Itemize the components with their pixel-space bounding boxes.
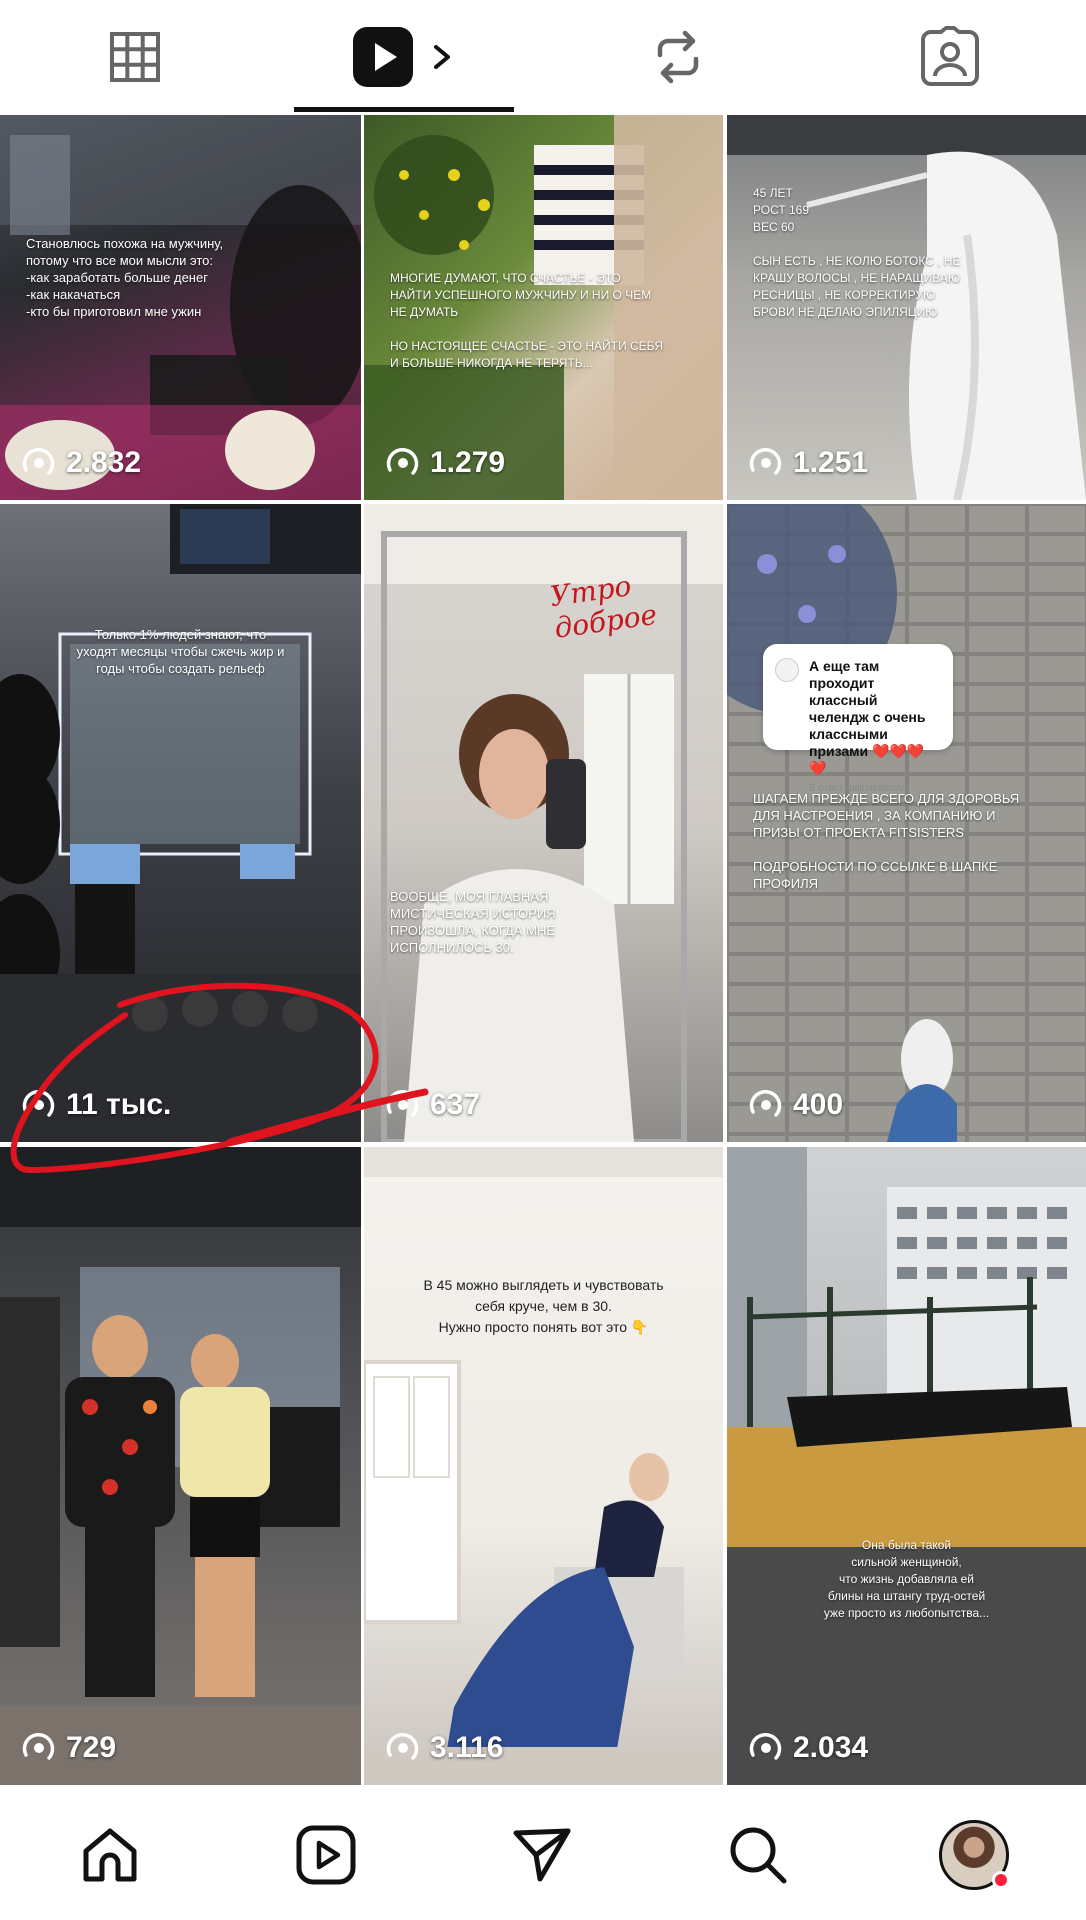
view-count: 1.251: [749, 446, 868, 480]
view-count-value: 1.251: [793, 446, 869, 479]
active-tab-indicator: [294, 107, 514, 112]
play-count-icon: [22, 448, 55, 475]
reel-tile-7[interactable]: 729: [0, 1147, 361, 1785]
view-count-value: 1.279: [430, 446, 506, 479]
tab-reposts[interactable]: [543, 0, 813, 113]
play-count-icon: [386, 1733, 419, 1760]
play-count-icon: [749, 1090, 782, 1117]
tab-reels[interactable]: [294, 0, 514, 113]
reel-tile-2[interactable]: МНОГИЕ ДУМАЮТ, ЧТО СЧАСТЬЕ - ЭТО НАЙТИ У…: [364, 115, 723, 500]
search-icon: [730, 1827, 787, 1884]
reel-caption: 45 ЛЕТ РОСТ 169 ВЕС 60 СЫН ЕСТЬ , НЕ КОЛ…: [753, 186, 961, 319]
reel-thumbnail: [727, 1147, 1086, 1785]
view-count-value: 2.832: [66, 446, 142, 479]
profile-avatar: [939, 1820, 1010, 1890]
tab-grid[interactable]: [0, 0, 270, 113]
profile-tab-bar: [0, 0, 1086, 113]
reels-icon: [353, 26, 413, 87]
reel-thumbnail: [364, 1147, 723, 1785]
tab-tagged[interactable]: [813, 0, 1086, 113]
nav-messages[interactable]: [452, 1790, 632, 1920]
reel-tile-5[interactable]: Утро доброе ВООБЩЕ, МОЯ ГЛАВНАЯ МИСТИЧЕС…: [364, 504, 723, 1142]
view-count: 2.034: [749, 1731, 868, 1765]
reel-caption: Становлюсь похожа на мужчину, потому что…: [26, 236, 224, 319]
reel-tile-9[interactable]: Она была такой сильной женщиной, что жиз…: [727, 1147, 1086, 1785]
reel-tile-3[interactable]: 45 ЛЕТ РОСТ 169 ВЕС 60 СЫН ЕСТЬ , НЕ КОЛ…: [727, 115, 1086, 500]
view-count-value: 2.034: [793, 1731, 869, 1764]
nav-search[interactable]: [668, 1790, 848, 1920]
reel-caption: Она была такой сильной женщиной, что жиз…: [823, 1538, 990, 1620]
reel-thumbnail: [0, 504, 361, 1142]
send-icon: [513, 1828, 571, 1882]
bottom-navigation: [0, 1790, 1086, 1920]
chevron-right-icon: [434, 44, 450, 69]
reel-caption: В 45 можно выглядеть и чувствовать себя …: [423, 1277, 664, 1335]
view-count: 729: [22, 1731, 116, 1765]
play-count-icon: [386, 448, 419, 475]
commenter-avatar: [775, 658, 799, 682]
reels-nav-icon: [296, 1825, 356, 1885]
reel-caption: МНОГИЕ ДУМАЮТ, ЧТО СЧАСТЬЕ - ЭТО НАЙТИ У…: [390, 271, 664, 370]
play-count-icon: [749, 448, 782, 475]
reel-tile-4[interactable]: Только 1% людей знают, что уходят месяцы…: [0, 504, 361, 1142]
comment-sticker: А еще там проходит классный челендж с оч…: [763, 644, 953, 794]
view-count-value: 637: [430, 1088, 481, 1121]
reel-caption: Только 1% людей знают, что уходят месяцы…: [76, 627, 285, 676]
play-count-icon: [749, 1733, 782, 1760]
view-count-value: 11 тыс.: [66, 1088, 172, 1121]
nav-profile[interactable]: [884, 1790, 1064, 1920]
view-count: 11 тыс.: [22, 1088, 171, 1122]
view-count-value: 400: [793, 1088, 844, 1121]
grid-icon: [110, 31, 160, 82]
reels-grid: Становлюсь похожа на мужчину, потому что…: [0, 115, 1086, 1787]
repost-icon: [657, 30, 699, 83]
home-icon: [83, 1828, 137, 1882]
view-count: 400: [749, 1088, 843, 1122]
nav-home[interactable]: [20, 1790, 200, 1920]
reel-tile-6[interactable]: А еще там проходит классный челендж с оч…: [727, 504, 1086, 1142]
reel-tile-8[interactable]: В 45 можно выглядеть и чувствовать себя …: [364, 1147, 723, 1785]
reel-thumbnail: [364, 504, 723, 1142]
reel-caption: ВООБЩЕ, МОЯ ГЛАВНАЯ МИСТИЧЕСКАЯ ИСТОРИЯ …: [390, 889, 556, 955]
view-count-value: 729: [66, 1731, 117, 1764]
view-count: 1.279: [386, 446, 505, 480]
play-count-icon: [22, 1733, 55, 1760]
view-count: 2.832: [22, 446, 141, 480]
play-count-icon: [22, 1090, 55, 1117]
play-count-icon: [386, 1090, 419, 1117]
view-count: 3.116: [386, 1731, 503, 1765]
tagged-icon: [920, 25, 979, 86]
nav-reels[interactable]: [236, 1790, 416, 1920]
notification-dot: [992, 1871, 1010, 1889]
view-count-value: 3.116: [430, 1731, 504, 1764]
view-count: 637: [386, 1088, 480, 1122]
reel-tile-1[interactable]: Становлюсь похожа на мужчину, потому что…: [0, 115, 361, 500]
reel-thumbnail: [0, 1147, 361, 1785]
reel-caption: ШАГАЕМ ПРЕЖДЕ ВСЕГО ДЛЯ ЗДОРОВЬЯ ДЛЯ НАС…: [753, 791, 1020, 891]
